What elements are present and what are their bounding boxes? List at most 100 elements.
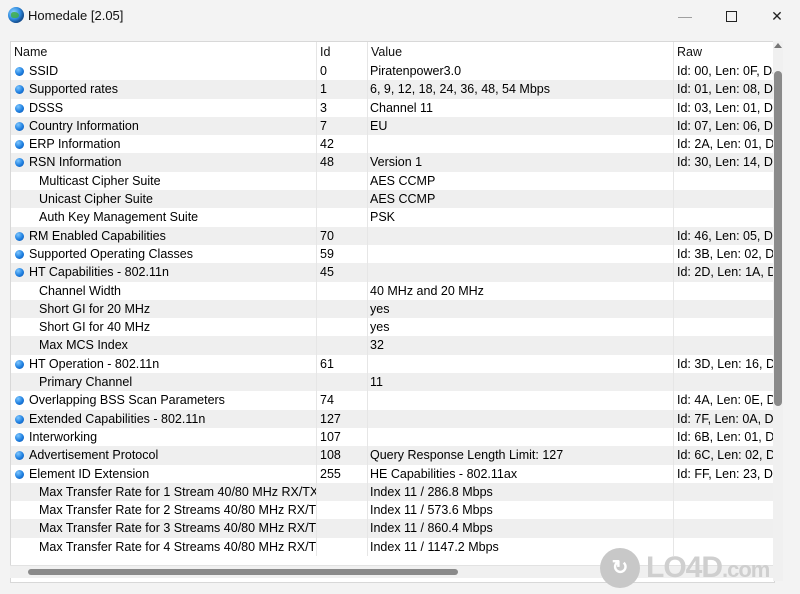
cell-value: Index 11 / 860.4 Mbps — [368, 519, 674, 538]
maximize-button[interactable] — [708, 0, 754, 32]
blue-bullet-icon — [15, 140, 24, 150]
table-row[interactable]: RM Enabled Capabilities 70 Id: 46, Len: 05… — [11, 226, 774, 245]
table-row[interactable]: Max MCS Index 32 — [11, 336, 774, 355]
table-row[interactable]: Short GI for 20 MHz yes — [11, 299, 774, 319]
blue-bullet-icon — [15, 432, 24, 442]
table-row[interactable]: Max Transfer Rate for 1 Stream 40/80 MHz… — [11, 482, 774, 502]
scroll-up-arrow-icon[interactable] — [774, 43, 782, 48]
cell-name: HT Operation - 802.11n — [11, 354, 317, 374]
cell-value — [368, 409, 674, 428]
table-row[interactable]: Max Transfer Rate for 3 Streams 40/80 MH… — [11, 519, 774, 538]
cell-raw: Id: 03, Len: 01, Da — [677, 100, 774, 115]
table-row[interactable]: Channel Width 40 MHz and 20 MHz — [11, 281, 774, 300]
column-header-raw[interactable]: Raw — [674, 42, 774, 62]
cell-value: Channel 11 — [368, 98, 674, 117]
watermark-text-main: LO4D — [646, 550, 723, 584]
table-row[interactable]: Country Information 7 EU Id: 07, Len: 06, D… — [11, 116, 774, 136]
cell-value — [368, 391, 674, 410]
cell-value — [368, 135, 674, 154]
cell-name: Unicast Cipher Suite — [11, 190, 317, 209]
cell-raw — [674, 190, 774, 208]
row-name: Supported Operating Classes — [29, 246, 193, 261]
cell-id: 1 — [317, 80, 368, 99]
cell-id: 74 — [317, 391, 368, 410]
table-row[interactable]: Overlapping BSS Scan Parameters 74 Id: 4A,… — [11, 391, 774, 410]
row-name: Max Transfer Rate for 2 Streams 40/80 MH… — [39, 503, 317, 518]
minimize-button[interactable]: — — [662, 0, 708, 32]
cell-id — [317, 537, 368, 557]
vertical-scroll-thumb[interactable] — [774, 71, 782, 406]
row-name: ERP Information — [29, 137, 121, 152]
cell-id — [317, 318, 368, 337]
information-elements-list[interactable]: Name Id Value Raw SSID 0 Piratenpower3.0 Id… — [10, 41, 775, 583]
maximize-icon — [725, 10, 737, 22]
cell-raw: Id: 01, Len: 08, Da — [677, 82, 774, 97]
cell-name: Extended Capabilities - 802.11n — [11, 409, 317, 428]
cell-raw: Id: 3D, Len: 16, Da — [677, 356, 774, 371]
cell-raw — [674, 519, 774, 537]
table-row[interactable]: HT Capabilities - 802.11n 45 Id: 2D, Len: … — [11, 263, 774, 282]
table-row[interactable]: Unicast Cipher Suite AES CCMP — [11, 190, 774, 209]
row-name: RM Enabled Capabilities — [29, 228, 166, 243]
row-name: Short GI for 40 MHz — [39, 320, 151, 335]
cell-raw — [674, 336, 774, 354]
table-row[interactable]: Max Transfer Rate for 2 Streams 40/80 MH… — [11, 501, 774, 520]
column-header-name[interactable]: Name — [11, 42, 317, 62]
cell-value: 6, 9, 12, 18, 24, 36, 48, 54 Mbps — [368, 80, 674, 99]
cell-name: DSSS — [11, 98, 317, 117]
table-row[interactable]: Supported rates 1 6, 9, 12, 18, 24, 36, 48… — [11, 80, 774, 99]
cell-name: Overlapping BSS Scan Parameters — [11, 391, 317, 410]
horizontal-scroll-thumb[interactable] — [28, 569, 458, 575]
table-row[interactable]: Advertisement Protocol 108 Query Response … — [11, 446, 774, 465]
row-name: Multicast Cipher Suite — [39, 173, 161, 188]
table-row[interactable]: SSID 0 Piratenpower3.0 Id: 00, Len: 0F, Da — [11, 62, 774, 81]
cell-id — [317, 171, 368, 191]
vertical-scrollbar[interactable] — [773, 41, 783, 581]
cell-name: Supported rates — [11, 80, 317, 99]
cell-name: Advertisement Protocol — [11, 446, 317, 465]
table-row[interactable]: Short GI for 40 MHz yes — [11, 318, 774, 337]
cell-name: Auth Key Management Suite — [11, 208, 317, 227]
table-row[interactable]: Extended Capabilities - 802.11n 127 Id: 7F… — [11, 409, 774, 428]
table-row[interactable]: HT Operation - 802.11n 61 Id: 3D, Len: 16,… — [11, 354, 774, 374]
cell-name: Max Transfer Rate for 2 Streams 40/80 MH… — [11, 501, 317, 520]
row-name: HT Operation - 802.11n — [29, 356, 160, 371]
cell-raw: Id: 3B, Len: 02, Da — [677, 246, 774, 261]
column-header-value[interactable]: Value — [368, 42, 674, 62]
cell-raw: Id: 6C, Len: 02, Da — [677, 448, 774, 463]
close-button[interactable]: ✕ — [754, 0, 800, 32]
row-name: HT Capabilities - 802.11n — [29, 265, 169, 280]
table-row[interactable]: Auth Key Management Suite PSK — [11, 208, 774, 227]
cell-value — [368, 244, 674, 264]
table-row[interactable]: Supported Operating Classes 59 Id: 3B, Len… — [11, 244, 774, 264]
table-row[interactable]: DSSS 3 Channel 11 Id: 03, Len: 01, Da — [11, 98, 774, 117]
close-icon: ✕ — [771, 7, 783, 24]
blue-bullet-icon — [15, 451, 24, 461]
cell-value: 32 — [368, 336, 674, 355]
cell-raw — [674, 172, 774, 190]
blue-bullet-icon — [15, 67, 24, 76]
cell-id — [317, 336, 368, 355]
table-row[interactable]: Interworking 107 Id: 6B, Len: 01, Da — [11, 427, 774, 447]
row-name: Advertisement Protocol — [29, 448, 159, 463]
cell-value: yes — [368, 299, 674, 319]
blue-bullet-icon — [15, 121, 24, 131]
cell-name: RSN Information — [11, 153, 317, 172]
table-row[interactable]: Multicast Cipher Suite AES CCMP — [11, 171, 774, 191]
row-name: Max MCS Index — [39, 338, 128, 353]
table-row[interactable]: RSN Information 48 Version 1 Id: 30, Len: 1… — [11, 153, 774, 172]
cell-value: Version 1 — [368, 153, 674, 172]
cell-id — [317, 519, 368, 538]
column-header-id[interactable]: Id — [317, 42, 368, 62]
table-row[interactable]: ERP Information 42 Id: 2A, Len: 01, Da — [11, 135, 774, 154]
watermark-text: LO4D.com — [646, 550, 770, 585]
row-name: Max Transfer Rate for 3 Streams 40/80 MH… — [39, 521, 317, 536]
table-row[interactable]: Element ID Extension 255 HE Capabilities -… — [11, 464, 774, 483]
list-header: Name Id Value Raw — [11, 42, 774, 62]
cell-raw: Id: 30, Len: 14, Da — [677, 155, 774, 170]
blue-bullet-icon — [15, 249, 24, 259]
cell-name: Element ID Extension — [11, 464, 317, 483]
row-name: Max Transfer Rate for 1 Stream 40/80 MHz… — [39, 484, 317, 499]
cell-name: Short GI for 40 MHz — [11, 318, 317, 337]
table-row[interactable]: Primary Channel 11 — [11, 373, 774, 392]
